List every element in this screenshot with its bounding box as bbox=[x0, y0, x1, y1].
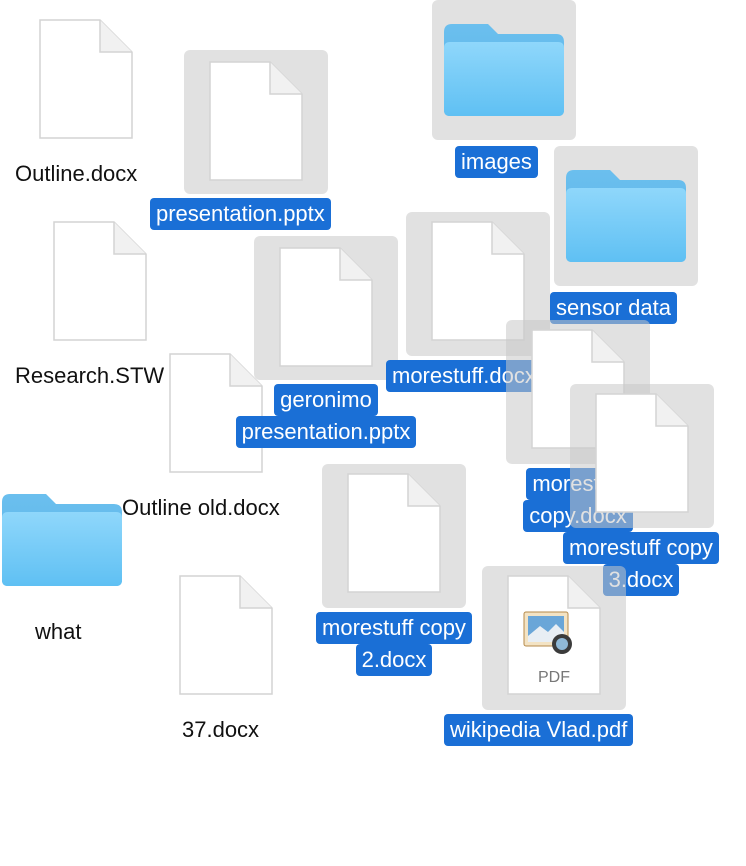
file-label: Research.STW bbox=[15, 363, 165, 388]
file-label: Outline old.docx bbox=[122, 495, 280, 520]
folder-icon bbox=[2, 494, 122, 586]
document-icon bbox=[595, 393, 689, 513]
file-label: 37.docx bbox=[182, 717, 260, 742]
folder-label: what bbox=[35, 619, 82, 644]
document-icon bbox=[347, 473, 441, 593]
folder-icon bbox=[566, 170, 686, 262]
file-label: Outline.docx bbox=[15, 161, 138, 186]
label-line: morestuff copy bbox=[316, 612, 472, 644]
file-label: presentation.pptx bbox=[150, 198, 331, 230]
label-line: 2.docx bbox=[355, 644, 433, 676]
file-label-geronimo: geronimo presentation.pptx bbox=[214, 384, 438, 448]
label-line: geronimo bbox=[274, 384, 378, 416]
document-icon bbox=[209, 61, 303, 181]
document-icon bbox=[179, 575, 273, 695]
folder-icon bbox=[444, 24, 564, 116]
document-icon bbox=[53, 221, 147, 341]
folder-label: images bbox=[455, 146, 538, 178]
document-icon bbox=[39, 19, 133, 139]
file-label: morestuff copy 2.docx bbox=[292, 612, 496, 676]
pdf-badge: PDF bbox=[538, 669, 570, 686]
document-icon bbox=[279, 247, 373, 367]
file-label: wikipedia Vlad.pdf bbox=[444, 714, 634, 746]
label-line: presentation.pptx bbox=[235, 416, 417, 448]
label-line: morestuff copy bbox=[563, 532, 719, 564]
